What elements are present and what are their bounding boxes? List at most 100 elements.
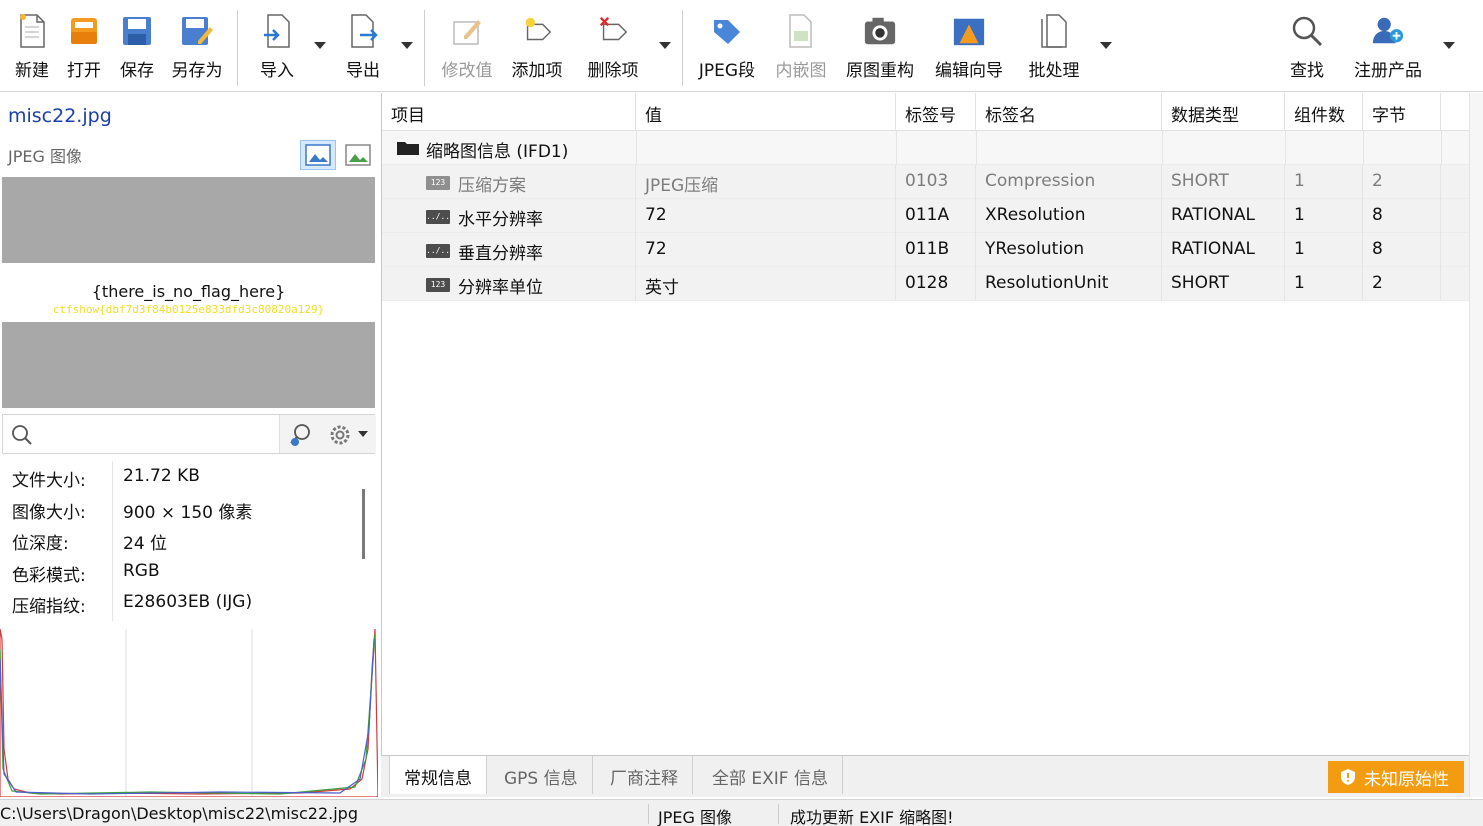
delete-item-label: 删除项 <box>587 61 639 81</box>
advanced-search-icon[interactable] <box>288 422 314 448</box>
window-right-edge <box>1469 93 1483 797</box>
cell-tag-name: ResolutionUnit <box>976 267 1162 301</box>
find-button[interactable]: 查找 <box>1286 8 1328 84</box>
column-header-count[interactable]: 组件数 <box>1285 93 1363 131</box>
status-message: 成功更新 EXIF 缩略图! <box>790 808 954 826</box>
add-item-button[interactable]: 添加项 <box>508 8 566 84</box>
delete-item-button[interactable]: 删除项 <box>584 8 642 84</box>
import-button[interactable]: 导入 <box>256 8 298 84</box>
tab-all-exif[interactable]: 全部 EXIF 信息 <box>698 756 843 794</box>
cell-divider <box>1363 131 1364 165</box>
shield-icon <box>1341 769 1355 785</box>
property-value: 21.72 KB <box>123 466 200 486</box>
tab-maker-notes[interactable]: 厂商注释 <box>596 756 693 794</box>
jpeg-segment-button[interactable]: JPEG段 <box>696 8 758 84</box>
status-divider <box>778 804 779 824</box>
save-as-label: 另存为 <box>171 61 223 81</box>
save-as-button[interactable]: 另存为 <box>168 8 226 84</box>
cell-divider <box>896 131 897 165</box>
property-key: 图像大小: <box>12 503 86 523</box>
table-group-row[interactable]: 缩略图信息 (IFD1) <box>382 131 1470 165</box>
cell-data-type: RATIONAL <box>1162 233 1285 267</box>
batch-documents-icon <box>1037 12 1071 50</box>
register-button[interactable]: 注册产品 <box>1350 8 1426 84</box>
edit-wizard-label: 编辑向导 <box>935 61 1003 81</box>
column-header-item[interactable]: 项目 <box>382 93 636 131</box>
export-button[interactable]: 导出 <box>342 8 384 84</box>
export-dropdown-arrow-icon[interactable] <box>401 42 413 49</box>
rebuild-original-button[interactable]: 原图重构 <box>842 8 918 84</box>
file-type: JPEG 图像 <box>8 147 82 166</box>
save-label: 保存 <box>120 61 154 81</box>
find-label: 查找 <box>1290 61 1324 81</box>
bottom-tab-bar: 常规信息 GPS 信息 厂商注释 全部 EXIF 信息 未知原始性 <box>381 755 1469 797</box>
cell-data-type: SHORT <box>1162 165 1285 199</box>
table-row[interactable]: ../.. 水平分辨率 72 011A XResolution RATIONAL… <box>382 199 1470 233</box>
register-label: 注册产品 <box>1354 61 1422 81</box>
camera-icon <box>863 12 897 50</box>
jpeg-segment-label: JPEG段 <box>698 61 756 81</box>
edit-wizard-button[interactable]: 编辑向导 <box>930 8 1008 84</box>
number-type-icon: 123 <box>426 176 450 190</box>
embedded-image-label: 内嵌图 <box>775 61 827 81</box>
cell-divider <box>1441 131 1442 165</box>
property-value: RGB <box>123 561 160 581</box>
column-header-data-type[interactable]: 数据类型 <box>1162 93 1285 131</box>
import-dropdown-arrow-icon[interactable] <box>314 42 326 49</box>
toolbar: 新建 打开 保存 另存为 导入 导出 修改值 添加项 删除项 JPEG段 内嵌图… <box>0 0 1483 92</box>
search-input[interactable] <box>37 421 272 447</box>
rational-type-icon: ../.. <box>426 244 450 258</box>
column-header-bytes[interactable]: 字节 <box>1363 93 1441 131</box>
unknown-originality-badge[interactable]: 未知原始性 <box>1328 761 1464 793</box>
property-scrollbar[interactable] <box>362 489 365 559</box>
fit-view-button[interactable] <box>300 140 336 170</box>
gear-icon[interactable] <box>328 423 352 447</box>
tab-general-info[interactable]: 常规信息 <box>389 756 487 794</box>
batch-button[interactable]: 批处理 <box>1024 8 1084 84</box>
property-key: 文件大小: <box>12 471 86 491</box>
column-header-value[interactable]: 值 <box>636 93 896 131</box>
cell-divider <box>1162 131 1163 165</box>
property-list: 文件大小: 21.72 KB 图像大小: 900 × 150 像素 位深度: 2… <box>0 461 352 621</box>
column-header-tag-name[interactable]: 标签名 <box>976 93 1162 131</box>
cell-value: 72 <box>636 233 896 267</box>
property-row: 压缩指纹: E28603EB (IJG) <box>0 587 352 619</box>
gear-dropdown-arrow-icon[interactable] <box>358 431 368 437</box>
search-icon <box>1290 12 1324 50</box>
delete-dropdown-arrow-icon[interactable] <box>659 42 671 49</box>
table-row[interactable]: 123 压缩方案 JPEG压缩 0103 Compression SHORT 1… <box>382 165 1470 199</box>
edit-pencil-icon <box>450 12 484 50</box>
app-window: 新建 打开 保存 另存为 导入 导出 修改值 添加项 删除项 JPEG段 内嵌图… <box>0 0 1483 826</box>
cell-data-type: RATIONAL <box>1162 199 1285 233</box>
modify-value-button[interactable]: 修改值 <box>438 8 496 84</box>
column-header-tag-id[interactable]: 标签号 <box>896 93 976 131</box>
export-label: 导出 <box>346 61 380 81</box>
open-label: 打开 <box>67 61 101 81</box>
actual-view-button[interactable] <box>340 140 376 170</box>
property-row: 文件大小: 21.72 KB <box>0 461 352 493</box>
new-button[interactable]: 新建 <box>10 8 54 84</box>
cell-tag-name: YResolution <box>976 233 1162 267</box>
register-dropdown-arrow-icon[interactable] <box>1443 42 1455 49</box>
property-value: E28603EB (IJG) <box>123 592 253 612</box>
cell-divider <box>636 131 637 165</box>
tab-gps-info[interactable]: GPS 信息 <box>490 756 593 794</box>
number-type-icon: 123 <box>426 278 450 292</box>
table-row[interactable]: ../.. 垂直分辨率 72 011B YResolution RATIONAL… <box>382 233 1470 267</box>
property-key: 位深度: <box>12 534 69 554</box>
status-divider <box>648 804 649 824</box>
open-button[interactable]: 打开 <box>64 8 104 84</box>
save-button[interactable]: 保存 <box>116 8 158 84</box>
cell-bytes: 2 <box>1363 165 1441 199</box>
embedded-image-button[interactable]: 内嵌图 <box>772 8 830 84</box>
cell-tag-id: 0103 <box>896 165 976 199</box>
toolbar-divider <box>682 10 683 86</box>
property-key: 压缩指纹: <box>12 597 86 617</box>
cell-tag-id: 011A <box>896 199 976 233</box>
table-row[interactable]: 123 分辨率单位 英寸 0128 ResolutionUnit SHORT 1… <box>382 267 1470 301</box>
property-row: 位深度: 24 位 <box>0 524 352 556</box>
cell-count: 1 <box>1285 165 1363 199</box>
property-row: 图像大小: 900 × 150 像素 <box>0 493 352 525</box>
search-options <box>279 415 376 453</box>
batch-dropdown-arrow-icon[interactable] <box>1100 42 1112 49</box>
